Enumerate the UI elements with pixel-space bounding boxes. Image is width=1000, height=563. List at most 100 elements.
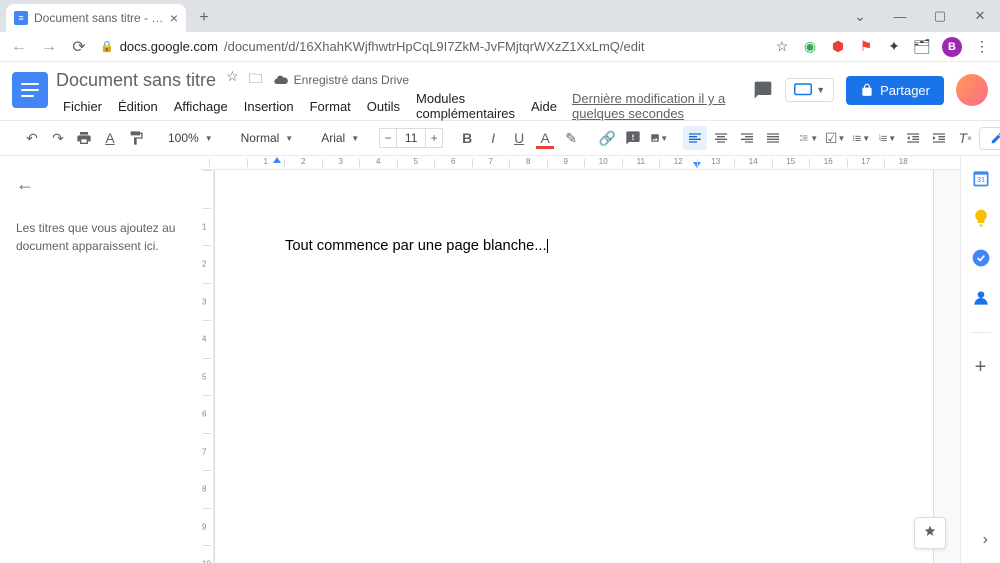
chrome-menu-icon[interactable]: ⋮ [974,39,990,55]
ruler-tick: 3 [322,159,360,167]
ruler-tick: 4 [203,320,211,358]
undo-button[interactable]: ↶ [20,126,44,150]
document-title[interactable]: Document sans titre [56,70,216,91]
star-document-icon[interactable]: ☆ [226,68,239,92]
editing-mode-select[interactable]: Édition ▼ [979,127,1000,150]
vertical-ruler[interactable]: 1234567891011121314 [200,170,214,563]
ruler-tick: 14 [734,159,772,167]
extension-1-icon[interactable]: ◉ [802,39,818,55]
align-left-button[interactable] [683,126,707,150]
calendar-sideapp-icon[interactable]: 31 [971,168,991,188]
extension-3-icon[interactable]: ⚑ [858,39,874,55]
highlight-button[interactable]: ✎ [559,126,583,150]
explore-button[interactable] [914,517,946,549]
italic-button[interactable]: I [481,126,505,150]
align-center-button[interactable] [709,126,733,150]
text-color-button[interactable]: A [533,126,557,150]
add-sideapp-icon[interactable]: + [971,357,991,377]
lock-icon [860,83,874,97]
keep-sideapp-icon[interactable] [971,208,991,228]
tasks-sideapp-icon[interactable] [971,248,991,268]
close-outline-icon[interactable]: ← [16,174,184,195]
ruler-tick: 5 [203,358,211,396]
line-spacing-button[interactable]: ▼ [797,126,821,150]
bullet-list-button[interactable]: ▼ [849,126,873,150]
font-size-value[interactable]: 11 [397,128,425,148]
font-select[interactable]: Arial▼ [313,126,367,150]
font-size-control: − 11 + [379,128,443,148]
extension-2-icon[interactable]: ⬢ [830,39,846,55]
move-document-icon[interactable]: 🗀 [249,68,263,92]
collapse-sidepanel-icon[interactable]: › [983,531,988,549]
align-right-button[interactable] [735,126,759,150]
share-button[interactable]: Partager [846,76,944,105]
outline-empty-text: Les titres que vous ajoutez au document … [16,219,184,255]
decrease-font-button[interactable]: − [379,128,397,148]
contacts-sideapp-icon[interactable] [971,288,991,308]
new-tab-button[interactable]: + [192,6,216,30]
ruler-tick: 5 [397,159,435,167]
redo-button[interactable]: ↷ [46,126,70,150]
bold-button[interactable]: B [455,126,479,150]
menu-outils[interactable]: Outils [360,97,407,116]
insert-image-button[interactable]: ▼ [647,126,671,150]
menu-modulescomplmentaires[interactable]: Modules complémentaires [409,89,522,123]
document-page[interactable]: Tout commence par une page blanche... [214,170,934,563]
work-area: ← Les titres que vous ajoutez au documen… [0,156,1000,563]
minimize-button[interactable]: — [880,0,920,32]
insert-comment-button[interactable] [621,126,645,150]
menu-affichage[interactable]: Affichage [167,97,235,116]
align-justify-button[interactable] [761,126,785,150]
account-avatar[interactable] [956,74,988,106]
profile-avatar[interactable]: B [942,37,962,57]
ruler-tick: 10 [584,159,622,167]
insert-link-button[interactable]: 🔗 [595,126,619,150]
pencil-icon [990,131,1000,145]
ruler-tick: 16 [809,159,847,167]
nav-back-icon[interactable]: ← [10,38,28,56]
ruler-tick: 6 [203,395,211,433]
close-window-button[interactable]: ✕ [960,0,1000,32]
checklist-button[interactable]: ☑▼ [823,126,847,150]
menu-bar: FichierÉditionAffichageInsertionFormatOu… [56,94,745,118]
ruler-tick: 4 [359,159,397,167]
ruler-tick [203,170,211,208]
spellcheck-button[interactable]: A [98,126,122,150]
present-button[interactable]: ▼ [785,78,834,102]
numbered-list-button[interactable]: ▼ [875,126,899,150]
menu-format[interactable]: Format [303,97,358,116]
url-field[interactable]: 🔒 docs.google.com/document/d/16XhahKWjfh… [100,39,762,54]
increase-indent-button[interactable] [927,126,951,150]
increase-font-button[interactable]: + [425,128,443,148]
star-icon[interactable]: ☆ [774,39,790,55]
menu-insertion[interactable]: Insertion [237,97,301,116]
url-path: /document/d/16XhahKWjfhwtrHpCqL9I7ZkM-Jv… [224,39,644,54]
zoom-select[interactable]: 100%▼ [160,126,221,150]
save-status[interactable]: Enregistré dans Drive [273,68,409,92]
print-button[interactable] [72,126,96,150]
tab-search-icon[interactable]: ⌄ [840,0,880,32]
horizontal-ruler[interactable]: 123456789101112131415161718 [200,156,960,170]
browser-tab[interactable]: ≡ Document sans titre - Google D × [6,4,186,32]
paint-format-button[interactable] [124,126,148,150]
last-edit-link[interactable]: Dernière modification il y a quelques se… [572,91,745,121]
menu-dition[interactable]: Édition [111,97,165,116]
style-select[interactable]: Normal▼ [233,126,302,150]
extensions-puzzle-icon[interactable]: ✦ [886,39,902,55]
menu-aide[interactable]: Aide [524,97,564,116]
docs-logo[interactable] [12,72,48,108]
ruler-tick: 2 [203,245,211,283]
clear-formatting-button[interactable]: T× [953,126,977,150]
document-text: Tout commence par une page blanche... [285,238,547,254]
close-tab-icon[interactable]: × [170,10,178,26]
page-content[interactable]: Tout commence par une page blanche... [215,170,933,322]
ruler-tick: 7 [203,433,211,471]
maximize-button[interactable]: ▢ [920,0,960,32]
underline-button[interactable]: U [507,126,531,150]
menu-fichier[interactable]: Fichier [56,97,109,116]
decrease-indent-button[interactable] [901,126,925,150]
comment-history-icon[interactable] [753,80,773,100]
reload-icon[interactable]: ⟳ [70,37,88,57]
ruler-tick [209,159,247,167]
reading-list-icon[interactable]: 🗂 [914,39,930,55]
